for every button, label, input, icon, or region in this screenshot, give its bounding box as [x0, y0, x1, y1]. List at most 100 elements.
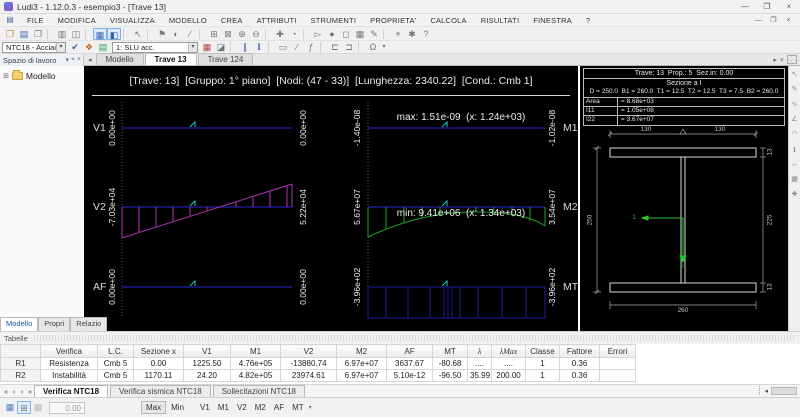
menu-strumenti[interactable]: STRUMENTI: [304, 16, 364, 25]
pan-icon[interactable]: ✚: [273, 28, 287, 40]
zoom-window-icon[interactable]: ⊞: [207, 28, 221, 40]
zoom-extents-icon[interactable]: ⊠: [221, 28, 235, 40]
section-panel[interactable]: Trave: 13 Prop.: 5 Sez.in: 0.00 Sezione …: [580, 66, 788, 331]
panel-tab-relazione[interactable]: Relazio: [70, 317, 108, 331]
dimension-icon[interactable]: ↔: [791, 161, 798, 169]
diagram-view-icon[interactable]: ⊞: [17, 401, 31, 414]
ibeam-icon[interactable]: I: [252, 41, 266, 53]
sections-icon[interactable]: ▤: [96, 41, 110, 53]
prev-tab-button[interactable]: ‹: [10, 389, 18, 397]
rect-section-icon[interactable]: ▭: [276, 41, 290, 53]
ibeam-icon[interactable]: I: [793, 146, 796, 154]
diagram-plot-svg[interactable]: [84, 66, 578, 331]
omega-icon[interactable]: Ω: [366, 41, 380, 53]
close-button[interactable]: ×: [778, 2, 800, 11]
flag-icon[interactable]: ⚑: [155, 28, 169, 40]
tables-dock-header[interactable]: Tabelle: [0, 331, 800, 344]
chevron-down-icon[interactable]: ▾: [188, 42, 197, 52]
table-view-icon[interactable]: ▦: [3, 401, 17, 414]
settings-icon[interactable]: ✱: [405, 28, 419, 40]
grid-icon[interactable]: ▦: [791, 176, 798, 184]
splitter[interactable]: [82, 66, 84, 331]
menu-attributi[interactable]: ATTRIBUTI: [250, 16, 304, 25]
line-icon[interactable]: ∕: [183, 28, 197, 40]
wireframe-view-icon[interactable]: ▦: [93, 27, 107, 40]
chevron-down-icon[interactable]: ▾: [56, 42, 65, 52]
filter-icon[interactable]: ▩: [31, 401, 45, 414]
menu-help[interactable]: ?: [579, 16, 597, 25]
arc-icon[interactable]: ◠: [791, 131, 797, 139]
menu-modello[interactable]: MODELLO: [162, 16, 214, 25]
tree-expander-icon[interactable]: ⊞: [3, 72, 9, 80]
select-icon[interactable]: ▻: [311, 28, 325, 40]
select-arrow-icon[interactable]: ↖: [792, 71, 798, 79]
toggle-v1[interactable]: V1: [197, 402, 213, 413]
close-tab-icon[interactable]: ×: [780, 57, 784, 64]
spline-icon[interactable]: ∿: [792, 101, 798, 109]
mdi-restore-button[interactable]: ❐: [766, 16, 781, 24]
overflow-icon[interactable]: ▾: [309, 404, 312, 411]
shaded-view-icon[interactable]: ◧: [107, 27, 121, 40]
frame-icon[interactable]: ◻: [339, 28, 353, 40]
tree-item-modello[interactable]: ⊞ Modello: [3, 70, 56, 81]
calc-error-icon[interactable]: ▦: [200, 41, 214, 53]
toggle-m1[interactable]: M1: [215, 402, 232, 413]
print-icon[interactable]: ▥: [55, 28, 69, 40]
last-tab-button[interactable]: »: [26, 389, 34, 397]
min-button[interactable]: Min: [166, 401, 189, 414]
menu-crea[interactable]: CREA: [214, 16, 250, 25]
norm-combo[interactable]: NTC18 - Acciaio ▾: [2, 41, 66, 53]
sheet-tab-verifica-sismica-ntc18[interactable]: Verifica sismica NTC18: [110, 385, 211, 397]
sheet-tab-verifica-ntc18[interactable]: Verifica NTC18: [34, 385, 109, 397]
chevron-down-icon[interactable]: ▾: [65, 56, 69, 64]
doc-tab-trave-13[interactable]: Trave 13: [144, 53, 197, 65]
pin-icon[interactable]: ⌖: [71, 56, 75, 64]
results-book-icon[interactable]: ◪: [214, 41, 228, 53]
diagram-canvas[interactable]: [Trave: 13] [Gruppo: 1° piano] [Nodi: (4…: [84, 66, 578, 331]
toggle-m2[interactable]: M2: [252, 402, 269, 413]
open-icon[interactable]: ❒: [3, 28, 17, 40]
orbit-icon[interactable]: ◔: [287, 28, 301, 40]
menu-finestra[interactable]: FINESTRA: [526, 16, 579, 25]
fill-icon[interactable]: ◐: [169, 28, 183, 40]
dock-hatch-handle[interactable]: [787, 55, 797, 64]
scroll-thumb[interactable]: [771, 387, 797, 395]
panel-tab-modello[interactable]: Modello: [0, 317, 39, 331]
mdi-minimize-button[interactable]: —: [751, 17, 766, 24]
help-icon[interactable]: ?: [419, 28, 433, 40]
first-tab-button[interactable]: «: [2, 389, 10, 397]
copy-icon[interactable]: ❐: [31, 28, 45, 40]
zoom-in-icon[interactable]: ⊕: [235, 28, 249, 40]
mdi-close-button[interactable]: ×: [781, 17, 796, 24]
next-tab-button[interactable]: ›: [18, 389, 26, 397]
loadcase-combo[interactable]: 1: SLU acc. ▾: [112, 41, 198, 53]
angle-icon[interactable]: ∠: [791, 116, 797, 124]
bracket-close-icon[interactable]: ⊐: [342, 41, 356, 53]
doc-tab-trave-124[interactable]: Trave 124: [197, 53, 254, 65]
splitter[interactable]: [578, 66, 580, 331]
doc-tab-modello[interactable]: Modello: [95, 53, 144, 65]
axes-icon[interactable]: ✚: [792, 191, 798, 199]
menu-risultati[interactable]: RISULTATI: [474, 16, 526, 25]
panel-tab-proprieta[interactable]: Propri: [38, 317, 71, 331]
minimize-button[interactable]: —: [734, 2, 756, 11]
section-position-field[interactable]: 0.00: [49, 401, 85, 414]
toggle-v2[interactable]: V2: [234, 402, 250, 413]
scroll-left-icon[interactable]: ◂: [764, 387, 768, 395]
menu-proprieta[interactable]: PROPRIETA': [363, 16, 423, 25]
save-icon[interactable]: ▤: [17, 28, 31, 40]
bracket-open-icon[interactable]: ⊏: [328, 41, 342, 53]
menu-file[interactable]: FILE: [20, 16, 51, 25]
close-icon[interactable]: ×: [77, 56, 81, 64]
grid-icon[interactable]: ▦: [353, 28, 367, 40]
toggle-mt[interactable]: MT: [289, 402, 307, 413]
paint-icon[interactable]: ✎: [367, 28, 381, 40]
menu-calcola[interactable]: CALCOLA: [423, 16, 473, 25]
scroll-right-icon[interactable]: ▸: [773, 56, 777, 64]
function-icon[interactable]: ƒ: [304, 41, 318, 53]
pin-icon[interactable]: ⌖: [391, 28, 405, 40]
sphere-icon[interactable]: ●: [325, 28, 339, 40]
toggle-af[interactable]: AF: [271, 402, 287, 413]
sheet-tab-sollecitazioni-ntc18[interactable]: Sollecitazioni NTC18: [212, 385, 305, 397]
restore-button[interactable]: ❐: [756, 2, 778, 11]
